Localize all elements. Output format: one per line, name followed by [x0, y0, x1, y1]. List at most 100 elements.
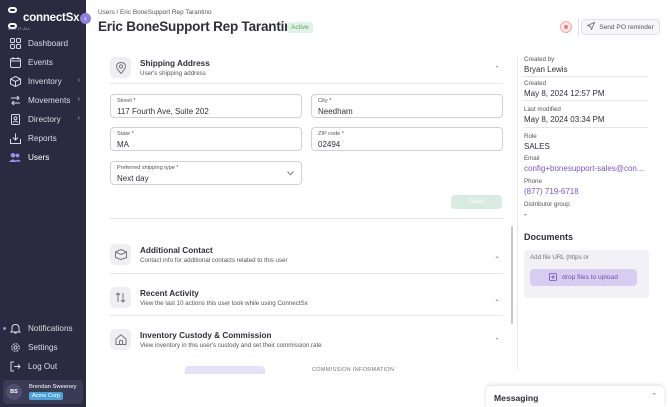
- shipping-type-select[interactable]: Preferred shipping type * Next day: [110, 161, 302, 185]
- sidebar-item-reports[interactable]: Reports: [0, 129, 86, 148]
- sidebar-item-label: Notifications: [28, 324, 73, 333]
- created-field: Created May 8, 2024 12:57 PM: [524, 80, 650, 98]
- section-subtitle: View inventory in this user's custody an…: [140, 342, 322, 349]
- chevron-down-icon[interactable]: ⌄: [494, 295, 500, 303]
- section-title: Recent Activity: [140, 289, 199, 298]
- created-value: May 8, 2024 12:57 PM: [524, 89, 605, 98]
- custody-tab-partial[interactable]: [185, 366, 265, 374]
- file-url-input[interactable]: [530, 254, 640, 261]
- role-label: Role: [524, 133, 537, 140]
- created-by-value: Bryan Lewis: [524, 65, 568, 74]
- chevron-up-icon[interactable]: ⌃: [651, 392, 657, 400]
- collapse-sidebar-button[interactable]: ‹: [80, 13, 91, 24]
- documents-upload-box: drop files to upload: [524, 250, 649, 298]
- breadcrumb: Users / Eric BoneSupport Rep Tarantino: [98, 9, 212, 16]
- sidebar-nav: Dashboard Events Inventory › Movements ›: [0, 34, 86, 167]
- distributor-group-field: Distributor group -: [524, 201, 650, 219]
- org-badge: Acme Corp: [29, 392, 63, 400]
- state-label: State *: [117, 131, 134, 137]
- street-value: 117 Fourth Ave, Suite 202: [117, 107, 209, 116]
- avatar: BS: [6, 384, 22, 400]
- chevron-down-icon[interactable]: ⌄: [494, 252, 500, 260]
- section-divider: [110, 218, 503, 219]
- chevron-up-icon[interactable]: ⌃: [494, 337, 500, 345]
- commission-information-label: COMMISSION INFORMATION: [312, 367, 395, 373]
- street-label: Street *: [117, 98, 136, 104]
- send-icon: [586, 21, 596, 32]
- phone-link[interactable]: (877) 719-6718: [524, 187, 650, 196]
- zip-code-field[interactable]: ZIP code * 02494: [311, 127, 503, 151]
- sidebar-item-label: Movements: [28, 96, 71, 105]
- brand-name: connectSx: [23, 11, 80, 24]
- sidebar-item-users[interactable]: Users: [0, 148, 86, 167]
- zip-code-label: ZIP code *: [318, 131, 345, 137]
- state-value: MA: [117, 140, 129, 149]
- sidebar-item-events[interactable]: Events: [0, 53, 86, 72]
- city-value: Needham: [318, 107, 353, 116]
- email-link[interactable]: config+bonesupport-sales@con...: [524, 164, 650, 173]
- messaging-title: Messaging: [494, 393, 539, 403]
- sidebar-item-movements[interactable]: Movements ›: [0, 91, 86, 110]
- sidebar-item-dashboard[interactable]: Dashboard: [0, 34, 86, 53]
- section-subtitle: Contact info for additional contacts rel…: [140, 257, 288, 264]
- send-po-reminder-label: Send PO reminder: [599, 23, 654, 31]
- phone-label: Phone: [524, 178, 542, 185]
- inventory-custody-header[interactable]: Inventory Custody & Commission View inve…: [110, 327, 503, 357]
- distributor-group-value: -: [524, 210, 527, 219]
- content-scrollbar[interactable]: [511, 226, 513, 324]
- documents-title: Documents: [524, 232, 574, 242]
- sidebar-item-label: Users: [28, 153, 50, 162]
- section-title: Additional Contact: [140, 246, 213, 255]
- sidebar-item-label: Settings: [28, 343, 58, 352]
- bell-icon: [9, 323, 21, 335]
- shipping-type-label: Preferred shipping type *: [117, 165, 179, 171]
- chevron-down-icon: [287, 171, 294, 178]
- additional-contact-header[interactable]: Additional Contact Contact info for addi…: [110, 242, 503, 272]
- sidebar-item-inventory[interactable]: Inventory ›: [0, 72, 86, 91]
- column-divider: [517, 56, 518, 370]
- dashboard-icon: [9, 38, 21, 50]
- sidebar-item-label: Reports: [28, 134, 57, 143]
- activity-arrows-icon: [110, 287, 131, 308]
- users-icon: [9, 152, 21, 164]
- breadcrumb-link-users[interactable]: Users: [98, 9, 115, 16]
- send-po-reminder-button[interactable]: Send PO reminder: [581, 19, 660, 35]
- record-icon[interactable]: [560, 21, 572, 33]
- created-by-field: Created by Bryan Lewis: [524, 56, 650, 74]
- created-label: Created: [524, 80, 547, 87]
- sidebar-item-logout[interactable]: Log Out: [0, 357, 86, 376]
- save-button[interactable]: Save: [451, 195, 502, 209]
- section-divider: [110, 83, 503, 84]
- chevron-right-icon: ›: [77, 96, 80, 103]
- role-value: SALES: [524, 142, 550, 151]
- chevron-right-icon: ›: [77, 115, 80, 122]
- user-name: Brendan Sweeney: [29, 384, 77, 390]
- shipping-type-value: Next day: [117, 174, 149, 183]
- box-icon: [9, 76, 21, 88]
- sidebar-item-directory[interactable]: Directory ›: [0, 110, 86, 129]
- state-field[interactable]: State * MA: [110, 127, 302, 151]
- phone-field: Phone (877) 719-6718: [524, 178, 650, 196]
- chevron-up-icon[interactable]: ⌃: [494, 65, 500, 73]
- house-icon: [110, 329, 131, 350]
- recent-activity-header[interactable]: Recent Activity View the last 10 actions…: [110, 285, 503, 315]
- messaging-widget[interactable]: Messaging ⌃: [486, 386, 664, 407]
- sidebar-item-label: Dashboard: [28, 39, 69, 48]
- city-field[interactable]: City * Needham: [311, 94, 503, 118]
- gear-icon: [9, 342, 21, 354]
- street-field[interactable]: Street * 117 Fourth Ave, Suite 202: [110, 94, 302, 118]
- sidebar-item-label: Directory: [28, 115, 61, 124]
- current-user-card[interactable]: BS Brendan Sweeney Acme Corp: [3, 380, 83, 404]
- logout-icon: [9, 361, 21, 373]
- sidebar-bottom-nav: Notifications Settings Log Out: [0, 319, 86, 376]
- sidebar-item-notifications[interactable]: Notifications: [0, 319, 86, 338]
- last-modified-value: May 8, 2024 03:34 PM: [524, 115, 605, 124]
- shipping-address-header[interactable]: Shipping Address User's shipping address…: [110, 55, 503, 85]
- brand-logo[interactable]: connectSx: [8, 7, 80, 29]
- last-modified-label: Last modified: [524, 106, 561, 113]
- sidebar-item-settings[interactable]: Settings: [0, 338, 86, 357]
- last-modified-field: Last modified May 8, 2024 03:34 PM: [524, 106, 650, 124]
- created-by-label: Created by: [524, 56, 555, 63]
- sidebar-item-label: Inventory: [28, 77, 62, 86]
- drop-files-button[interactable]: drop files to upload: [530, 269, 637, 286]
